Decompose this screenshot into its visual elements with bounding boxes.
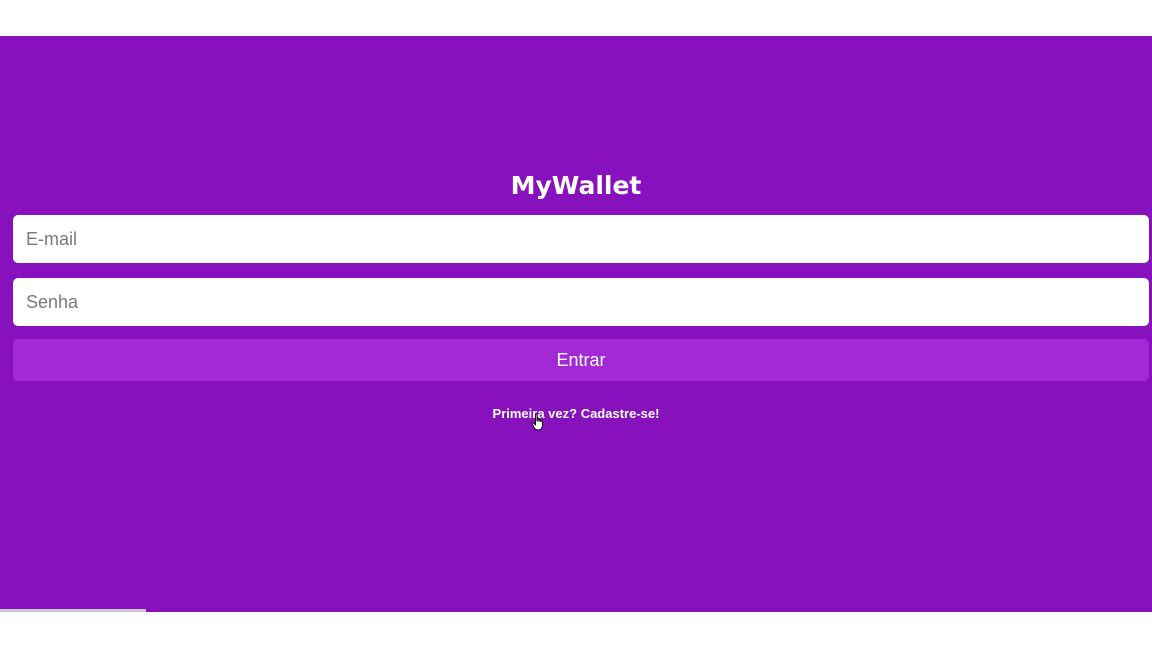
top-letterbox [0,0,1152,36]
password-input[interactable] [13,278,1149,326]
bottom-letterbox [0,612,1152,648]
signup-link[interactable]: Primeira vez? Cadastre-se! [0,405,1152,423]
login-button[interactable]: Entrar [13,339,1149,381]
email-input[interactable] [13,215,1149,263]
horizontal-scrollbar[interactable] [0,609,146,612]
hand-pointer-icon [531,413,543,431]
app-logo: MyWallet [510,171,642,200]
